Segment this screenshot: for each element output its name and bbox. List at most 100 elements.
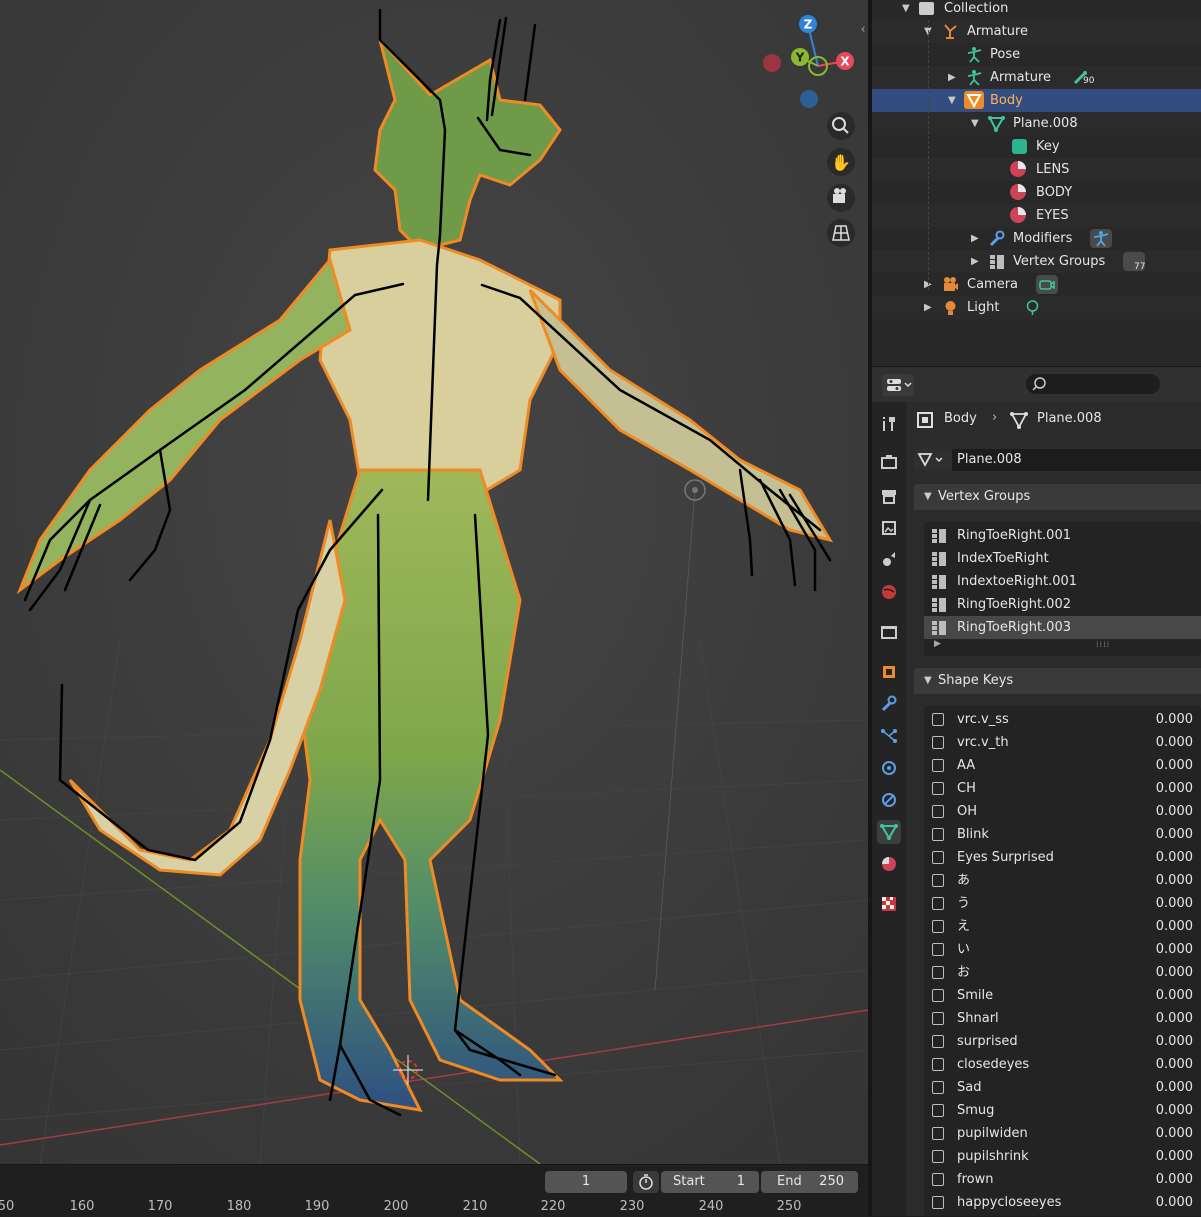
shape-key-value[interactable]: 0.000 bbox=[1156, 1122, 1193, 1145]
expand-arrow-icon[interactable]: ▶ bbox=[971, 250, 979, 273]
shape-key-item[interactable]: pupilwiden 0.000 bbox=[924, 1122, 1201, 1145]
shape-key-value[interactable]: 0.000 bbox=[1156, 777, 1193, 800]
outliner-row-shape-key[interactable]: Key bbox=[872, 135, 1201, 158]
outliner-row-material-body[interactable]: BODY bbox=[872, 181, 1201, 204]
tab-collection[interactable] bbox=[877, 620, 901, 644]
shape-key-item[interactable]: AA 0.000 bbox=[924, 754, 1201, 777]
tab-scene[interactable] bbox=[877, 548, 901, 572]
outliner-row-camera[interactable]: ▶ Camera bbox=[872, 273, 1201, 296]
vertex-group-item[interactable]: IndextoeRight.001 bbox=[924, 570, 1201, 593]
shape-key-item[interactable]: CH 0.000 bbox=[924, 777, 1201, 800]
tab-physics[interactable] bbox=[877, 756, 901, 780]
shape-key-item[interactable]: Smug 0.000 bbox=[924, 1099, 1201, 1122]
tab-view-layer[interactable] bbox=[877, 516, 901, 540]
tab-material[interactable] bbox=[877, 852, 901, 876]
outliner-row-armature[interactable]: ▼ Armature bbox=[872, 20, 1201, 43]
shape-key-item[interactable]: happycloseeyes 0.000 bbox=[924, 1191, 1201, 1214]
shape-key-item[interactable]: う 0.000 bbox=[924, 892, 1201, 915]
shape-key-item[interactable]: お 0.000 bbox=[924, 961, 1201, 984]
shape-key-value[interactable]: 0.000 bbox=[1156, 1191, 1193, 1214]
collapse-arrow-icon[interactable]: ▼ bbox=[948, 89, 956, 112]
vertex-groups-panel-header[interactable]: ▼ Vertex Groups bbox=[914, 484, 1201, 510]
shape-key-value[interactable]: 0.000 bbox=[1156, 1030, 1193, 1053]
shape-key-value[interactable]: 0.000 bbox=[1156, 754, 1193, 777]
tab-constraints[interactable] bbox=[877, 788, 901, 812]
tab-texture[interactable] bbox=[877, 892, 901, 916]
gizmo-neg-x[interactable] bbox=[763, 54, 781, 72]
outliner-row-material-eyes[interactable]: EYES bbox=[872, 204, 1201, 227]
mesh-name-field[interactable]: Plane.008 bbox=[952, 449, 1201, 471]
shape-key-value[interactable]: 0.000 bbox=[1156, 1053, 1193, 1076]
gizmo-neg-z[interactable] bbox=[800, 90, 818, 108]
mesh-browse-button[interactable] bbox=[914, 449, 952, 471]
shape-key-value[interactable]: 0.000 bbox=[1156, 708, 1193, 731]
light-data-icon[interactable] bbox=[1024, 299, 1041, 316]
shape-key-value[interactable]: 0.000 bbox=[1156, 915, 1193, 938]
list-expand-arrow-icon[interactable]: ▶ bbox=[934, 639, 941, 649]
shape-key-item[interactable]: い 0.000 bbox=[924, 938, 1201, 961]
shape-key-value[interactable]: 0.000 bbox=[1156, 938, 1193, 961]
vertex-group-item[interactable]: RingToeRight.001 bbox=[924, 524, 1201, 547]
collapse-arrow-icon[interactable]: ▼ bbox=[971, 112, 979, 135]
armature-modifier-icon[interactable] bbox=[1090, 229, 1112, 248]
3d-viewport[interactable]: Z X Y ✋ ‹ bbox=[0, 0, 868, 1164]
shape-key-value[interactable]: 0.000 bbox=[1156, 984, 1193, 1007]
shape-key-value[interactable]: 0.000 bbox=[1156, 1168, 1193, 1191]
editor-type-button[interactable] bbox=[882, 374, 914, 396]
outliner-row-armature-data[interactable]: ▶ Armature 90 bbox=[872, 66, 1201, 89]
shape-key-item[interactable]: frown 0.000 bbox=[924, 1168, 1201, 1191]
shape-key-item[interactable]: vrc.v_ss 0.000 bbox=[924, 708, 1201, 731]
outliner-row-body[interactable]: ▼ Body bbox=[872, 89, 1201, 112]
expand-arrow-icon[interactable]: ▶ bbox=[948, 66, 956, 89]
tab-mesh-data[interactable] bbox=[877, 820, 901, 844]
shape-key-item[interactable]: あ 0.000 bbox=[924, 869, 1201, 892]
zoom-button[interactable] bbox=[827, 112, 855, 140]
tab-world[interactable] bbox=[877, 580, 901, 604]
expand-arrow-icon[interactable]: ▶ bbox=[971, 227, 979, 250]
expand-arrow-icon[interactable]: ▶ bbox=[924, 296, 932, 319]
shape-key-value[interactable]: 0.000 bbox=[1156, 1076, 1193, 1099]
viewport-scene[interactable]: Z X Y ✋ ‹ bbox=[0, 0, 868, 1164]
tab-render[interactable] bbox=[877, 450, 901, 474]
shape-key-item[interactable]: surprised 0.000 bbox=[924, 1030, 1201, 1053]
shape-key-item[interactable]: Smile 0.000 bbox=[924, 984, 1201, 1007]
tab-tool[interactable] bbox=[877, 412, 901, 436]
shape-key-item[interactable]: OH 0.000 bbox=[924, 800, 1201, 823]
shape-key-item[interactable]: Blink 0.000 bbox=[924, 823, 1201, 846]
shape-key-value[interactable]: 0.000 bbox=[1156, 1007, 1193, 1030]
list-resize-grip-icon[interactable]: ⁞⁞⁞⁞ bbox=[1096, 640, 1110, 649]
shape-key-item[interactable]: closedeyes 0.000 bbox=[924, 1053, 1201, 1076]
outliner-row-modifiers[interactable]: ▶ Modifiers bbox=[872, 227, 1201, 250]
shape-key-value[interactable]: 0.000 bbox=[1156, 731, 1193, 754]
outliner-row-mesh-data[interactable]: ▼ Plane.008 bbox=[872, 112, 1201, 135]
outliner-row-material-lens[interactable]: LENS bbox=[872, 158, 1201, 181]
outliner-row-light[interactable]: ▶ Light bbox=[872, 296, 1201, 319]
outliner-row-pose[interactable]: Pose bbox=[872, 43, 1201, 66]
shape-key-item[interactable]: え 0.000 bbox=[924, 915, 1201, 938]
shape-key-value[interactable]: 0.000 bbox=[1156, 892, 1193, 915]
vertex-group-item-selected[interactable]: RingToeRight.003 bbox=[924, 616, 1201, 639]
shape-key-value[interactable]: 0.000 bbox=[1156, 1145, 1193, 1168]
shape-key-item[interactable]: Shnarl 0.000 bbox=[924, 1007, 1201, 1030]
vertex-group-item[interactable]: RingToeRight.002 bbox=[924, 593, 1201, 616]
shape-key-value[interactable]: 0.000 bbox=[1156, 800, 1193, 823]
shape-keys-panel-header[interactable]: ▼ Shape Keys bbox=[914, 668, 1201, 694]
tab-particles[interactable] bbox=[877, 724, 901, 748]
stopwatch-button[interactable] bbox=[633, 1171, 659, 1193]
shape-key-item[interactable]: Eyes Surprised 0.000 bbox=[924, 846, 1201, 869]
current-frame-field[interactable]: 1 bbox=[545, 1171, 627, 1193]
shape-key-value[interactable]: 0.000 bbox=[1156, 869, 1193, 892]
outliner-row-vertex-groups[interactable]: ▶ Vertex Groups 77 bbox=[872, 250, 1201, 273]
shape-key-value[interactable]: 0.000 bbox=[1156, 846, 1193, 869]
tab-output[interactable] bbox=[877, 484, 901, 508]
start-frame-field[interactable]: Start 1 bbox=[661, 1171, 759, 1193]
outliner-row-collection[interactable]: ▼ Collection bbox=[872, 0, 1201, 20]
shape-key-item[interactable]: pupilshrink 0.000 bbox=[924, 1145, 1201, 1168]
shape-keys-list[interactable]: vrc.v_ss 0.000 vrc.v_th 0.000 AA 0.000 CH 0.… bbox=[924, 706, 1201, 1216]
shape-key-item[interactable]: Sad 0.000 bbox=[924, 1076, 1201, 1099]
shape-key-value[interactable]: 0.000 bbox=[1156, 823, 1193, 846]
shape-key-item[interactable]: vrc.v_th 0.000 bbox=[924, 731, 1201, 754]
shape-key-value[interactable]: 0.000 bbox=[1156, 1099, 1193, 1122]
vertex-groups-list[interactable]: RingToeRight.001 IndexToeRight IndextoeR… bbox=[924, 522, 1201, 656]
properties-search-input[interactable] bbox=[1026, 374, 1160, 394]
